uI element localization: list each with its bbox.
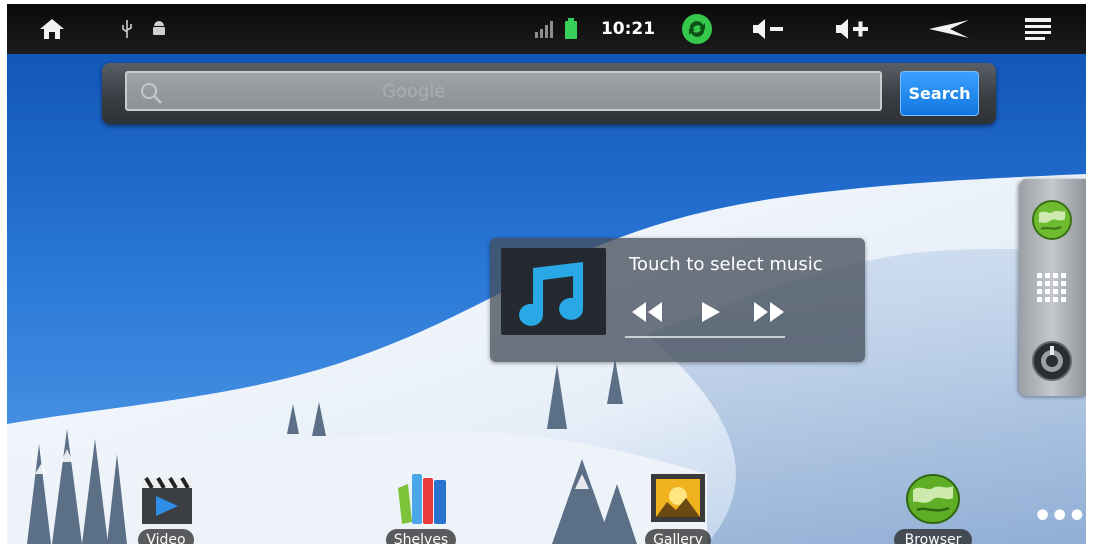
album-art[interactable] [501,248,606,335]
app-grid-icon[interactable] [1035,271,1069,305]
search-icon [141,83,162,104]
clock: 10:21 [600,19,656,39]
search-button[interactable]: Search [900,71,979,116]
home-screen: 10:21 Google Search Touch to select musi… [7,4,1086,544]
android-debug-icon [150,4,168,54]
back-icon[interactable] [927,4,971,54]
music-title[interactable]: Touch to select music [629,254,823,275]
battery-icon [563,4,579,54]
usb-icon [119,4,135,54]
menu-icon[interactable] [1023,4,1055,54]
video-clapper-icon[interactable] [138,474,198,526]
settings-icon[interactable] [1031,340,1073,382]
gallery-picture-icon[interactable] [649,472,707,526]
more-apps-button[interactable]: ••• [1033,499,1086,534]
play-icon[interactable] [700,300,722,324]
signal-icon [534,4,556,54]
search-input[interactable]: Google [125,71,882,111]
music-widget[interactable]: Touch to select music [490,238,865,362]
music-note-icon [519,262,584,326]
search-placeholder: Google [382,81,446,102]
sync-icon [680,4,714,54]
status-bar: 10:21 [7,4,1086,54]
dock-label-video[interactable]: Video [138,529,194,544]
browser-globe-icon[interactable] [1031,199,1073,241]
dock-label-browser[interactable]: Browser [894,529,972,544]
launcher-side-panel [1019,179,1086,396]
search-widget: Google Search [102,63,996,124]
browser-globe-icon[interactable] [905,472,961,526]
volume-down-icon[interactable] [750,4,786,54]
rewind-icon[interactable] [630,300,664,324]
home-icon[interactable] [35,4,69,54]
dock-label-shelves[interactable]: Shelves [386,529,456,544]
fast-forward-icon[interactable] [752,300,786,324]
books-icon[interactable] [392,470,454,526]
volume-up-icon[interactable] [833,4,871,54]
music-progress-bar[interactable] [625,336,785,338]
dock-label-gallery[interactable]: Gallery [645,529,711,544]
